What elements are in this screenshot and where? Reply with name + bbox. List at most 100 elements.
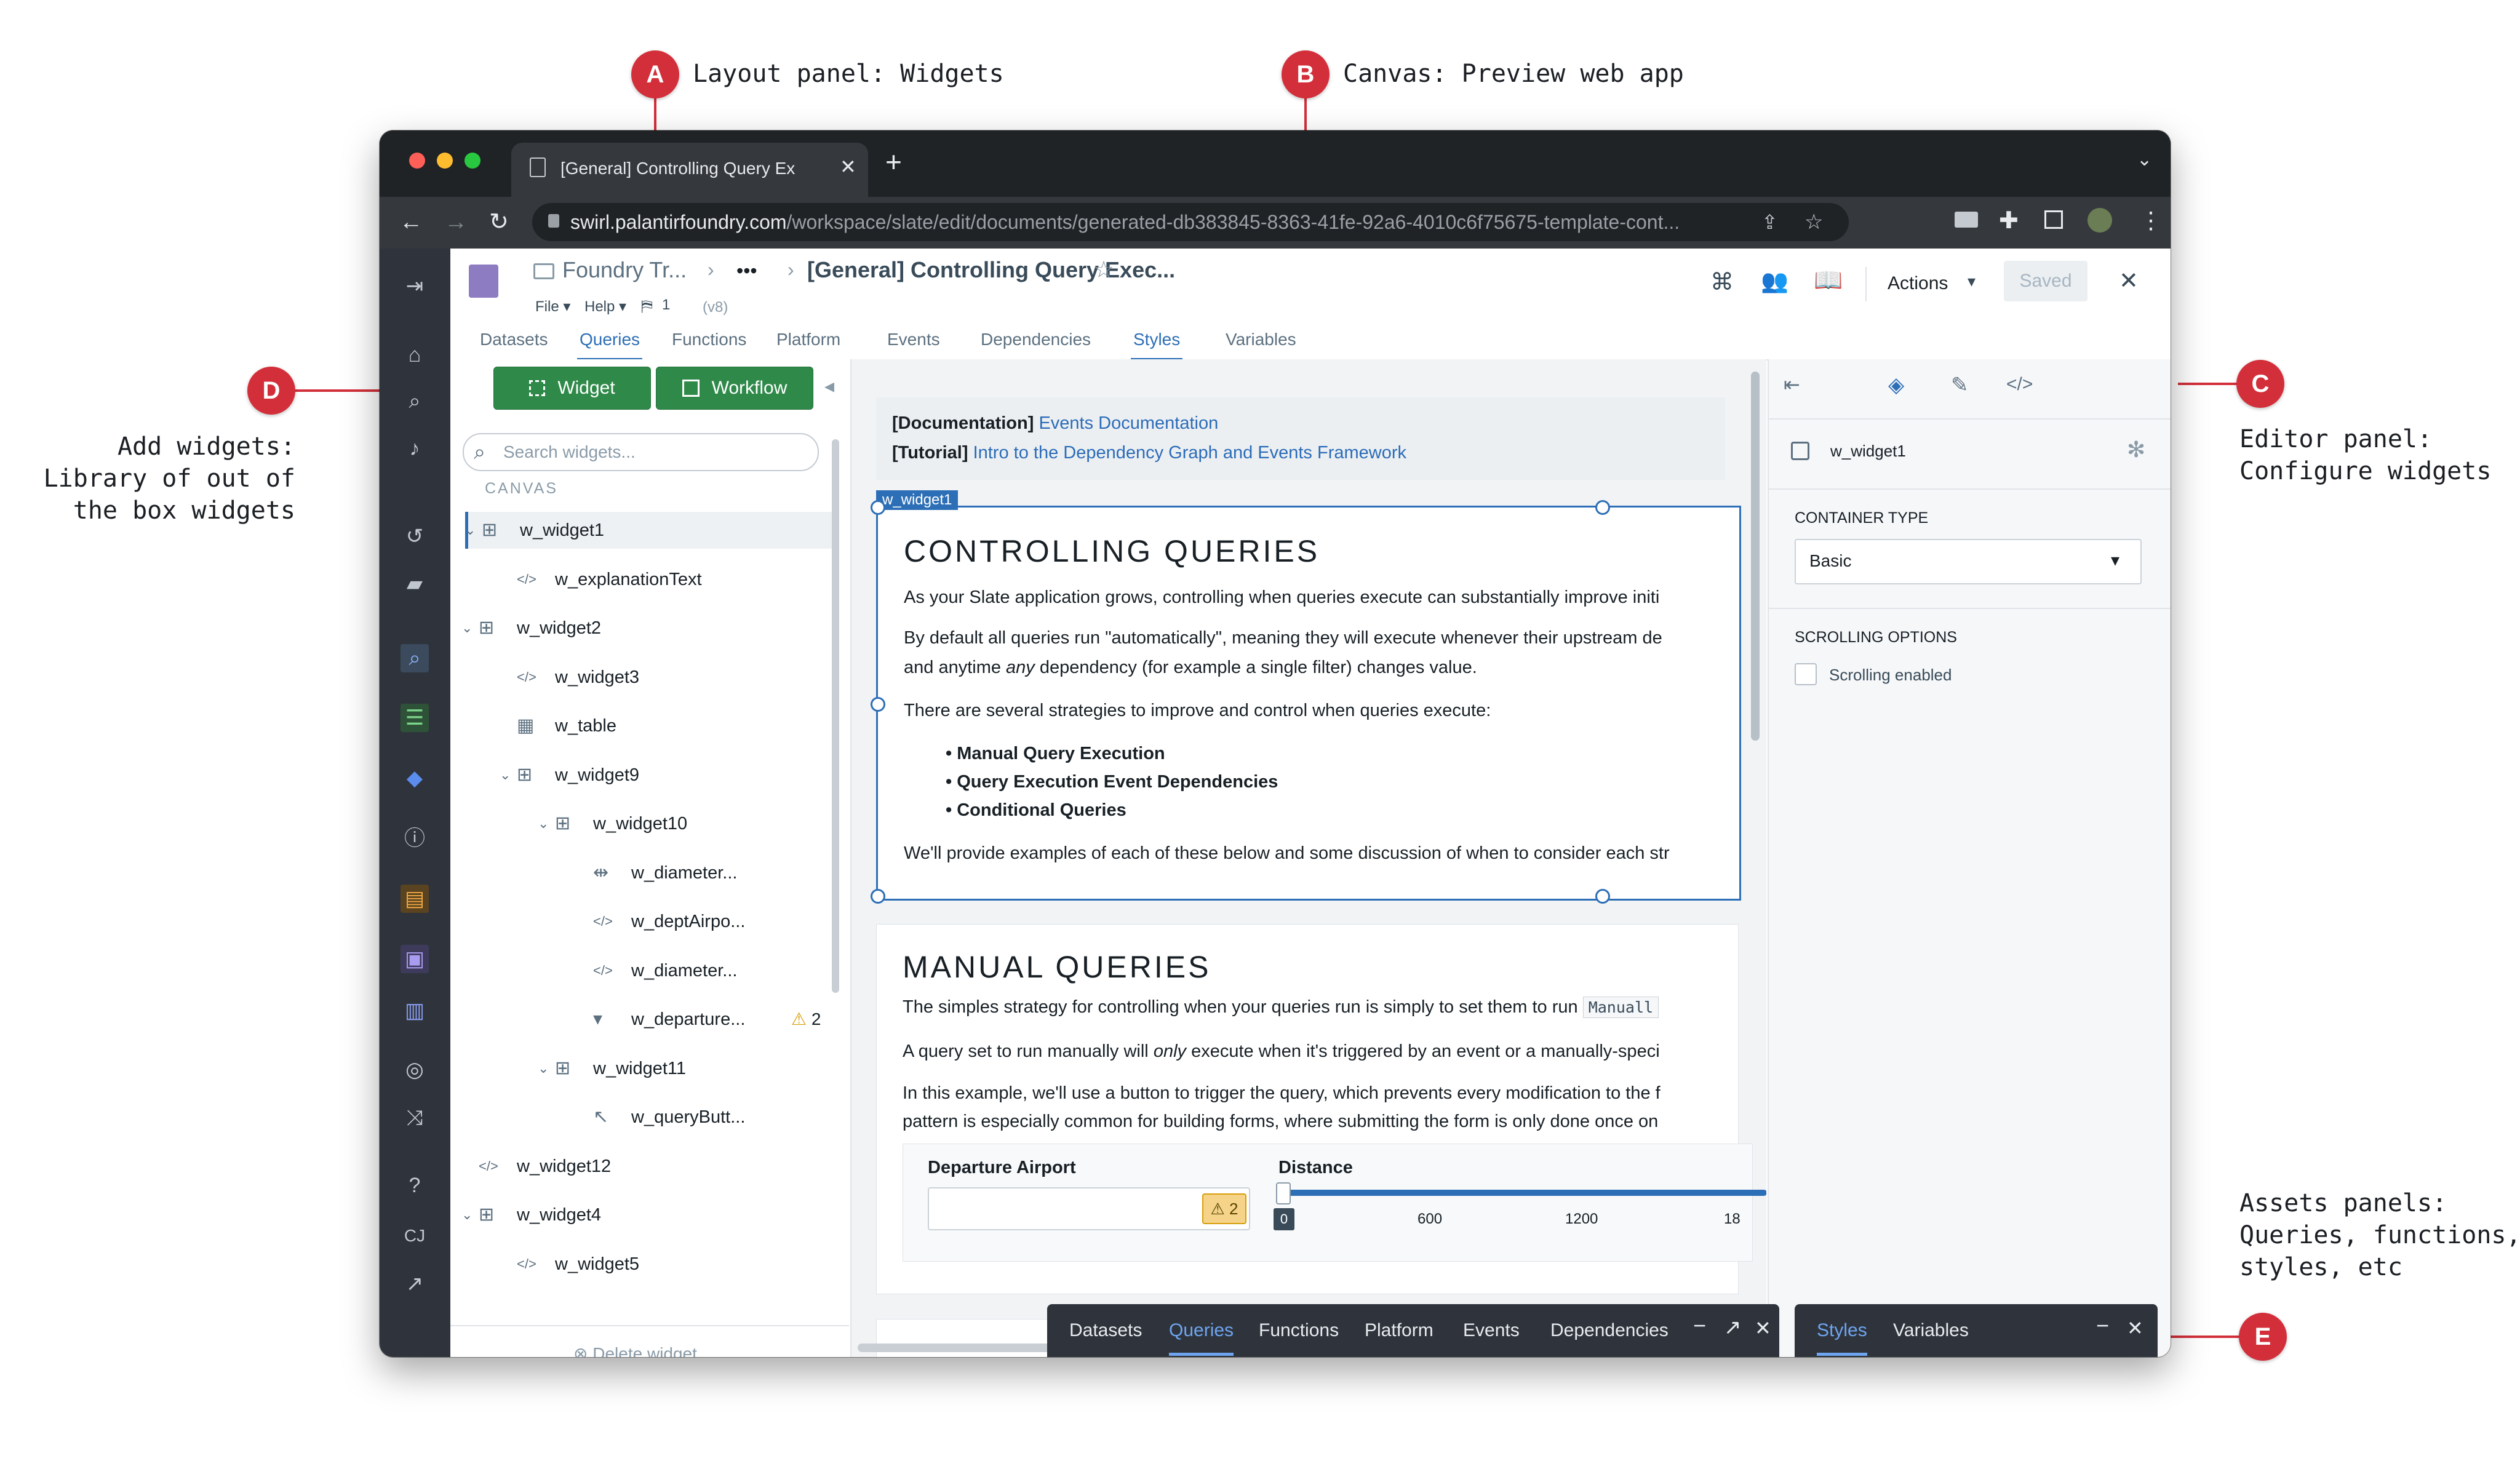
close-icon[interactable]: ✕	[2127, 1316, 2143, 1340]
collapse-editor-icon[interactable]: ⇤	[1784, 373, 1800, 396]
tab-variables[interactable]: Variables	[1226, 330, 1296, 349]
tree-row[interactable]: </> w_deptAirpo...	[465, 903, 834, 940]
close-tab-icon[interactable]: ✕	[840, 155, 856, 178]
tree-row[interactable]: </> w_widget3	[465, 659, 834, 696]
collapse-sidebar-icon[interactable]: ⇥	[401, 272, 429, 300]
chevron-down-icon[interactable]: ⌄	[461, 1196, 472, 1233]
collaborators-icon[interactable]: 👥	[1761, 268, 1788, 294]
saved-button[interactable]: Saved	[2004, 261, 2087, 301]
resize-handle[interactable]	[871, 500, 885, 515]
tab-datasets[interactable]: Datasets	[480, 330, 548, 349]
tree-row[interactable]: ↖ w_queryButt...	[465, 1099, 834, 1136]
chevron-down-icon[interactable]: ⌄	[500, 757, 511, 794]
url-bar[interactable]: swirl.palantirfoundry.com/workspace/slat…	[532, 203, 1849, 241]
reload-icon[interactable]: ↻	[489, 208, 509, 236]
dock-tab-queries[interactable]: Queries	[1169, 1320, 1234, 1356]
notifications-bell-icon[interactable]: ♪	[401, 434, 429, 463]
distance-slider-handle[interactable]	[1276, 1182, 1291, 1204]
documentation-book-icon[interactable]: 📖	[1814, 267, 1843, 294]
cast-icon[interactable]	[1955, 212, 1978, 228]
folder-icon[interactable]: ▰	[401, 570, 429, 598]
tree-row[interactable]: ⌄ ⊞ w_widget10	[465, 805, 834, 842]
maximize-window-dot[interactable]	[465, 153, 480, 169]
history-icon[interactable]: ↺	[401, 522, 429, 551]
code-icon[interactable]: </>	[2006, 374, 2033, 395]
chevron-down-icon[interactable]: ⌄	[465, 512, 476, 549]
app-cube-icon[interactable]: ◆	[401, 764, 429, 792]
tree-row[interactable]: ⌄ ⊞ w_widget9	[465, 757, 834, 794]
minimize-icon[interactable]: −	[2096, 1313, 2109, 1339]
app-search-icon[interactable]: ⌕	[401, 644, 429, 672]
sidebar-toggle-icon[interactable]	[2044, 210, 2063, 229]
collapse-panel-icon[interactable]: ◂	[824, 374, 834, 397]
tree-scrollbar[interactable]	[832, 439, 839, 993]
dock-tab-dependencies[interactable]: Dependencies	[1550, 1320, 1669, 1341]
tree-row[interactable]: </> w_explanationText	[465, 561, 834, 598]
dock-tab-styles[interactable]: Styles	[1817, 1320, 1867, 1356]
tab-events[interactable]: Events	[887, 330, 940, 349]
edit-icon[interactable]: ✎	[1951, 373, 1969, 397]
chevron-down-icon[interactable]: ⌄	[538, 805, 549, 842]
tab-functions[interactable]: Functions	[672, 330, 746, 349]
open-external-icon[interactable]: ↗	[401, 1270, 429, 1298]
home-icon[interactable]: ⌂	[401, 341, 429, 369]
app-alert-icon[interactable]: ⓘ	[401, 824, 429, 853]
dock-tab-variables[interactable]: Variables	[1893, 1320, 1969, 1341]
minimize-window-dot[interactable]	[437, 153, 453, 169]
tab-styles[interactable]: Styles	[1130, 330, 1183, 360]
add-widget-button[interactable]: Widget	[493, 367, 651, 410]
tree-row[interactable]: ⌄ ⊞ w_widget1	[465, 512, 837, 549]
resize-handle[interactable]	[1595, 500, 1610, 515]
container-type-select[interactable]: Basic ▾	[1795, 539, 2142, 584]
layers-icon[interactable]: ◈	[1888, 373, 1904, 397]
tree-row[interactable]: ⌄ ⊞ w_widget11	[465, 1050, 834, 1087]
resize-handle[interactable]	[871, 697, 885, 712]
events-documentation-link[interactable]: Events Documentation	[1039, 413, 1218, 433]
tree-row[interactable]: </> w_widget12	[465, 1148, 834, 1185]
tab-search-chevron-icon[interactable]: ⌄	[2137, 149, 2152, 170]
chevron-down-icon[interactable]: ⌄	[538, 1050, 549, 1087]
widget-settings-icon[interactable]: ✻	[2127, 437, 2145, 463]
extensions-puzzle-icon[interactable]: ✚	[1999, 207, 2019, 234]
canvas-vertical-scrollbar[interactable]	[1751, 372, 1760, 741]
bookmark-star-icon[interactable]: ☆	[1804, 203, 1823, 241]
tree-row[interactable]: </> w_widget5	[465, 1246, 834, 1283]
dock-tab-platform[interactable]: Platform	[1365, 1320, 1433, 1341]
tree-row[interactable]: ⌄ ⊞ w_widget2	[461, 610, 834, 647]
tree-row[interactable]: ▾ w_departure... ⚠ 2	[465, 1001, 834, 1038]
distance-slider-track[interactable]	[1281, 1190, 1766, 1196]
resize-handle[interactable]	[871, 889, 885, 904]
help-icon[interactable]: ?	[401, 1171, 429, 1200]
add-workflow-button[interactable]: Workflow	[656, 367, 813, 410]
app-layout-icon[interactable]: ▥	[401, 997, 429, 1025]
minimize-icon[interactable]: −	[1693, 1313, 1706, 1339]
back-arrow-icon[interactable]: ←	[399, 209, 423, 236]
chevron-down-icon[interactable]: ▾	[1968, 272, 1976, 291]
resize-handle[interactable]	[1595, 889, 1610, 904]
user-initials-avatar[interactable]: CJ	[401, 1222, 429, 1250]
tab-queries[interactable]: Queries	[576, 330, 643, 360]
shuffle-icon[interactable]: ⤨	[401, 1104, 429, 1132]
editor-widget-name[interactable]: w_widget1	[1830, 442, 1906, 461]
breadcrumb-more[interactable]: •••	[736, 260, 757, 282]
tab-platform[interactable]: Platform	[776, 330, 840, 349]
profile-avatar[interactable]	[2087, 208, 2112, 233]
dock-tab-events[interactable]: Events	[1463, 1320, 1520, 1341]
search-icon[interactable]: ⌕	[401, 387, 429, 415]
dependency-graph-tutorial-link[interactable]: Intro to the Dependency Graph and Events…	[973, 443, 1406, 463]
favorite-star-icon[interactable]: ☆	[1093, 256, 1114, 284]
scrolling-checkbox[interactable]	[1795, 663, 1817, 685]
menu-help[interactable]: Help ▾	[584, 298, 626, 316]
dock-tab-functions[interactable]: Functions	[1259, 1320, 1339, 1341]
dock-tab-datasets[interactable]: Datasets	[1069, 1320, 1142, 1341]
browser-tab[interactable]: [General] Controlling Query Ex ✕	[511, 143, 868, 197]
app-filter-icon[interactable]: ▤	[401, 885, 429, 913]
widget1-container[interactable]: w_widget1 CONTROLLING QUERIES As your Sl…	[871, 490, 1741, 904]
app-slate-icon[interactable]: ▣	[401, 945, 429, 973]
browser-menu-icon[interactable]: ⋮	[2139, 207, 2163, 234]
command-icon[interactable]: ⌘	[1710, 268, 1734, 296]
tab-dependencies[interactable]: Dependencies	[981, 330, 1091, 349]
close-icon[interactable]: ✕	[1755, 1316, 1771, 1340]
tree-row[interactable]: </> w_diameter...	[465, 952, 834, 989]
tree-row[interactable]: ⌄ ⊞ w_widget4	[461, 1196, 834, 1233]
